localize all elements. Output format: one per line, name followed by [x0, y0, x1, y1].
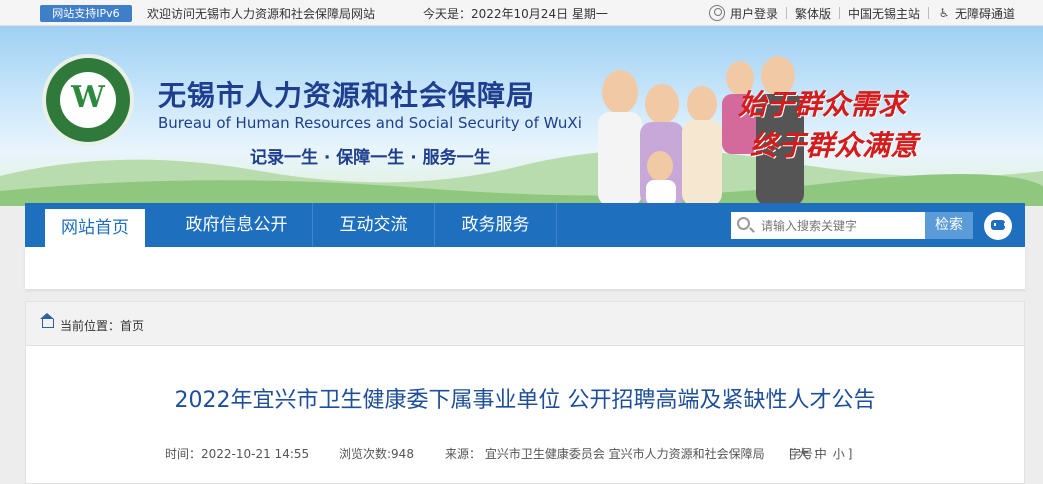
- top-bar: 网站支持IPv6 欢迎访问无锡市人力资源和社会保障局网站 今天是：2022年10…: [0, 0, 1043, 26]
- nav-item-services[interactable]: 政务服务: [435, 203, 557, 247]
- breadcrumb: 当前位置： 首页: [26, 302, 1024, 346]
- robot-assistant-icon[interactable]: [984, 212, 1012, 240]
- breadcrumb-home-link[interactable]: 首页: [120, 317, 144, 334]
- breadcrumb-label: 当前位置：: [60, 319, 121, 333]
- font-size-control: 字号：[大中小]: [789, 447, 853, 461]
- main-nav: 网站首页 政府信息公开 互动交流 政务服务 检索: [25, 203, 1025, 247]
- org-name-cn: 无锡市人力资源和社会保障局: [158, 79, 536, 112]
- publish-time: 时间：2022-10-21 14:55: [165, 447, 310, 461]
- logo-emblem: W: [60, 72, 116, 128]
- sub-nav-panel: [25, 247, 1025, 289]
- nav-item-home[interactable]: 网站首页: [45, 209, 145, 247]
- font-size-small[interactable]: 小: [833, 447, 845, 461]
- org-name-en: Bureau of Human Resources and Social Sec…: [158, 114, 582, 132]
- accessibility-link[interactable]: ♿ 无障碍通道: [929, 5, 1023, 22]
- motto-line-1: 始于群众需求: [738, 88, 907, 121]
- logo-letter: W: [71, 80, 105, 115]
- motto-line-2: 终于群众满意: [750, 129, 919, 162]
- traditional-chinese-link[interactable]: 繁体版: [787, 5, 839, 22]
- view-count: 浏览次数:948: [339, 447, 414, 461]
- top-links: 用户登录 繁体版 中国无锡主站 ♿ 无障碍通道: [701, 3, 1023, 23]
- article-panel: 当前位置： 首页 2022年宜兴市卫生健康委下属事业单位 公开招聘高端及紧缺性人…: [25, 301, 1025, 484]
- header-banner: W 无锡市人力资源和社会保障局 Bureau of Human Resource…: [0, 26, 1043, 206]
- user-icon: [708, 5, 725, 21]
- login-link[interactable]: 用户登录: [701, 5, 786, 22]
- welcome-text: 欢迎访问无锡市人力资源和社会保障局网站: [147, 7, 376, 21]
- article-source: 来源： 宜兴市卫生健康委员会 宜兴市人力资源和社会保障局: [445, 447, 765, 461]
- wuxi-main-site-link[interactable]: 中国无锡主站: [840, 5, 928, 22]
- bureau-logo[interactable]: W: [42, 54, 134, 146]
- ipv6-badge: 网站支持IPv6: [40, 5, 132, 22]
- search-input[interactable]: [731, 212, 925, 239]
- nav-item-interaction[interactable]: 互动交流: [313, 203, 435, 247]
- article-title: 2022年宜兴市卫生健康委下属事业单位 公开招聘高端及紧缺性人才公告: [174, 388, 876, 413]
- wheelchair-icon: ♿: [938, 6, 950, 20]
- service-slogan: 记录一生 · 保障一生 · 服务一生: [250, 148, 491, 168]
- home-icon: [40, 313, 54, 328]
- font-size-label: 字号：: [789, 447, 826, 461]
- accessibility-label: 无障碍通道: [954, 6, 1015, 21]
- today-date: 今天是：2022年10月24日 星期一: [423, 7, 608, 21]
- nav-item-gov-info[interactable]: 政府信息公开: [161, 203, 313, 247]
- search-button[interactable]: 检索: [925, 212, 973, 239]
- login-label: 用户登录: [729, 6, 778, 21]
- search-icon: [737, 217, 750, 230]
